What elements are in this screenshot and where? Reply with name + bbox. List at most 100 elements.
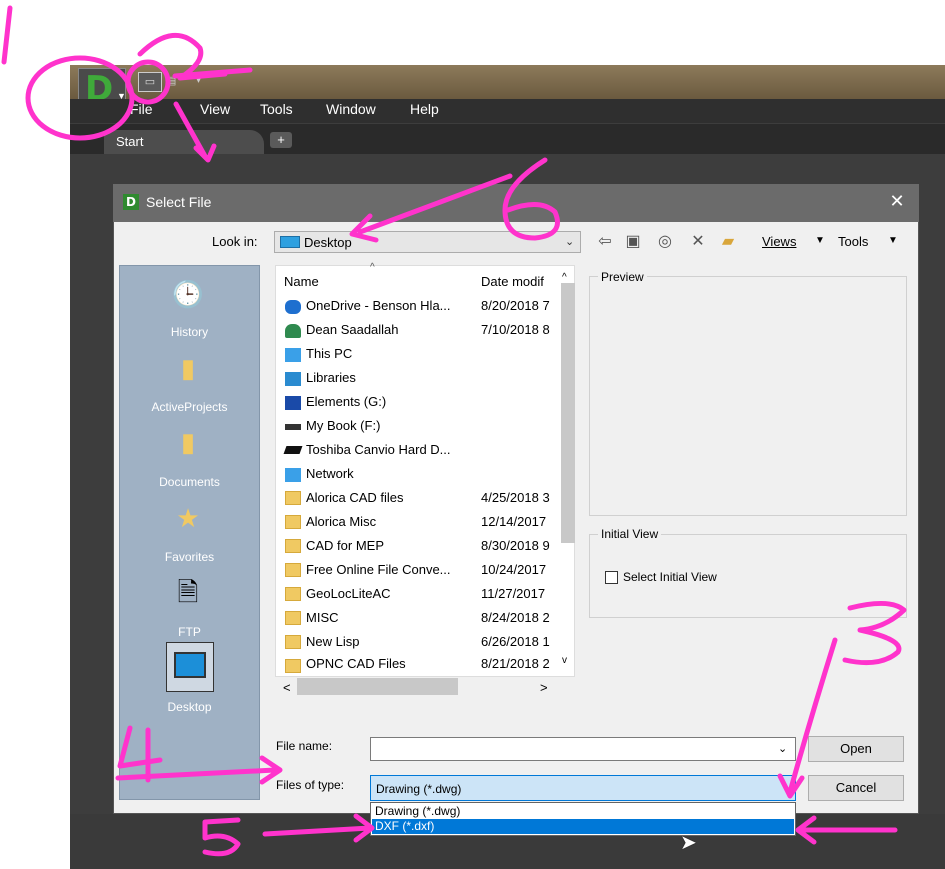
up-folder-icon[interactable]: ▣	[623, 232, 643, 252]
list-item[interactable]: Libraries	[306, 370, 356, 385]
place-history[interactable]: History	[119, 325, 260, 339]
list-item[interactable]: CAD for MEP	[306, 538, 384, 553]
desktop-icon	[174, 652, 206, 678]
type-option-dwg[interactable]: Drawing (*.dwg)	[372, 804, 794, 819]
sort-up-icon: ^	[370, 262, 375, 273]
libraries-icon	[285, 372, 301, 386]
horizontal-scrollbar[interactable]	[297, 678, 458, 695]
drive-icon	[283, 446, 303, 454]
history-icon[interactable]: 🕒	[170, 276, 206, 312]
folder-icon	[285, 587, 301, 601]
folder-icon[interactable]: ▮	[170, 350, 206, 386]
place-ftp[interactable]: FTP	[119, 625, 260, 639]
folder-icon	[285, 659, 301, 673]
folder-icon	[285, 491, 301, 505]
scroll-down-icon[interactable]: v	[562, 655, 567, 666]
mouse-cursor-icon: ➤	[680, 832, 697, 854]
new-folder-icon[interactable]: ▰	[718, 232, 738, 252]
tab-start[interactable]: Start	[104, 130, 264, 154]
files-of-type-value: Drawing (*.dwg)	[376, 782, 462, 796]
place-favorites[interactable]: Favorites	[119, 550, 260, 564]
list-item[interactable]: Alorica CAD files	[306, 490, 404, 505]
chevron-down-icon[interactable]: ⌄	[565, 235, 574, 248]
list-item[interactable]: MISC	[306, 610, 339, 625]
drive-icon	[285, 424, 301, 430]
scroll-up-icon[interactable]: ^	[562, 272, 567, 283]
place-documents[interactable]: Documents	[119, 475, 260, 489]
menu-view[interactable]: View	[200, 101, 230, 117]
look-in-value: Desktop	[304, 235, 352, 250]
list-item[interactable]: This PC	[306, 346, 352, 361]
dialog-title: Select File	[146, 194, 212, 210]
open-button[interactable]: Open	[808, 736, 904, 762]
network-icon	[285, 468, 301, 482]
list-item-date: 11/27/2017	[481, 586, 546, 601]
favorites-icon[interactable]: ★	[170, 500, 206, 536]
file-name-label: File name:	[276, 739, 333, 753]
wd-drive-icon	[285, 396, 301, 410]
vertical-scrollbar[interactable]	[561, 283, 575, 543]
folder-icon	[285, 635, 301, 649]
customize-qat-icon[interactable]: ▾	[196, 72, 210, 90]
list-item[interactable]: Dean Saadallah	[306, 322, 399, 337]
chevron-down-icon[interactable]: ▼	[888, 235, 898, 246]
desktop-icon	[280, 236, 300, 248]
onedrive-icon	[285, 300, 301, 314]
menu-help[interactable]: Help	[410, 101, 439, 117]
list-item[interactable]: Free Online File Conve...	[306, 562, 451, 577]
close-icon[interactable]: ✕	[886, 190, 908, 212]
list-item[interactable]: My Book (F:)	[306, 418, 380, 433]
scroll-right-icon[interactable]: >	[540, 680, 548, 695]
list-item-date: 4/25/2018 3	[481, 490, 550, 505]
delete-icon[interactable]: ✕	[688, 232, 708, 252]
quick-access-icon[interactable]: ▤	[166, 72, 188, 90]
chevron-down-icon[interactable]: ▼	[815, 235, 825, 246]
views-menu-button[interactable]: Views	[762, 234, 796, 249]
list-item[interactable]: GeoLocLiteAC	[306, 586, 391, 601]
folder-icon	[285, 563, 301, 577]
tools-menu-button[interactable]: Tools	[838, 234, 868, 249]
list-item[interactable]: OneDrive - Benson Hla...	[306, 298, 451, 313]
folder-icon	[285, 515, 301, 529]
open-folder-icon[interactable]: ▭	[138, 72, 162, 92]
documents-icon[interactable]: ▮	[170, 424, 206, 460]
look-in-label: Look in:	[212, 234, 258, 249]
menu-tools[interactable]: Tools	[260, 101, 293, 117]
place-desktop[interactable]: Desktop	[119, 700, 260, 714]
list-item-date: 8/24/2018 2	[481, 610, 550, 625]
initial-view-label: Initial View	[598, 527, 662, 541]
list-item[interactable]: New Lisp	[306, 634, 359, 649]
folder-icon	[285, 611, 301, 625]
cancel-button[interactable]: Cancel	[808, 775, 904, 801]
list-item[interactable]: Network	[306, 466, 354, 481]
menu-window[interactable]: Window	[326, 101, 376, 117]
list-item[interactable]: OPNC CAD Files	[306, 656, 406, 671]
list-item-date: 8/21/2018 2	[481, 656, 550, 671]
scroll-left-icon[interactable]: <	[283, 680, 291, 695]
type-option-dxf[interactable]: DXF (*.dxf)	[372, 819, 794, 834]
ftp-icon[interactable]: 🗎	[170, 574, 206, 610]
menu-file[interactable]: File	[130, 101, 153, 117]
list-item[interactable]: Alorica Misc	[306, 514, 376, 529]
list-item-date: 8/20/2018 7	[481, 298, 550, 313]
chevron-down-icon[interactable]: ⌄	[778, 742, 787, 755]
preview-pane	[589, 276, 907, 516]
column-header-date[interactable]: Date modif	[481, 274, 544, 289]
list-item-date: 12/14/2017	[481, 514, 547, 529]
place-activeprojects[interactable]: ActiveProjects	[119, 400, 260, 414]
search-web-icon[interactable]: ◎	[655, 232, 675, 252]
files-of-type-label: Files of type:	[276, 778, 345, 792]
annotation-1-stroke	[1, 5, 13, 65]
list-item[interactable]: Toshiba Canvio Hard D...	[306, 442, 451, 457]
select-initial-view-label[interactable]: Select Initial View	[623, 570, 717, 584]
select-initial-view-checkbox[interactable]	[605, 571, 618, 584]
file-name-input[interactable]	[370, 737, 796, 761]
user-icon	[285, 324, 301, 338]
list-item-date: 7/10/2018 8	[481, 322, 550, 337]
list-item[interactable]: Elements (G:)	[306, 394, 386, 409]
list-item-date: 8/30/2018 9	[481, 538, 550, 553]
back-icon[interactable]: ⇦	[595, 232, 615, 252]
folder-icon	[285, 539, 301, 553]
add-tab-button[interactable]: +	[270, 132, 292, 148]
column-header-name[interactable]: Name	[284, 274, 319, 289]
